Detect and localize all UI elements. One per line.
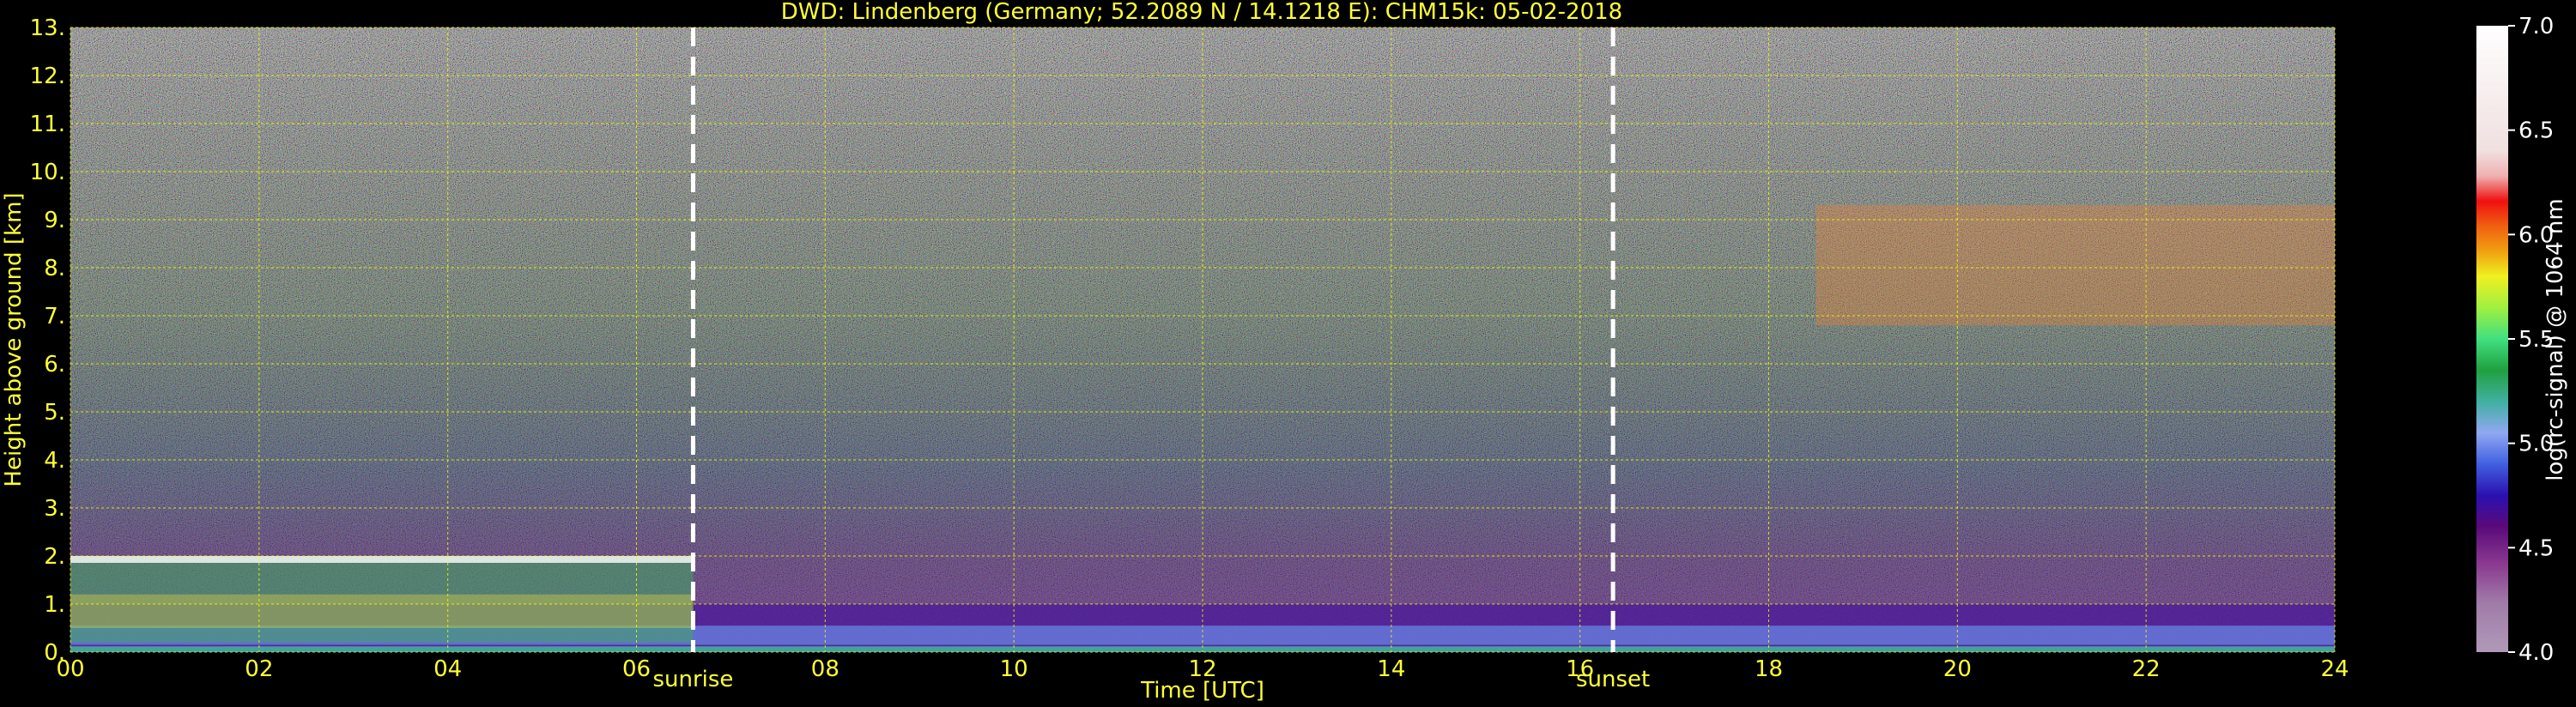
x-tick-label: 18 (1755, 656, 1783, 682)
colorbar-tick-label: 4.0 (2518, 640, 2554, 666)
feature-2 (1815, 205, 2335, 326)
x-tick-label: 24 (2320, 656, 2349, 682)
y-tick-label: 2. (44, 544, 65, 570)
colorbar-label: log(rc-signal) @ 1064 nm (2543, 198, 2568, 480)
colorbar-tick-label: 7.0 (2518, 14, 2554, 39)
colorbar-scale (2476, 26, 2508, 652)
x-tick-label: 06 (622, 656, 651, 682)
lidar-chart: DWD: Lindenberg (Germany; 52.2089 N / 14… (1, 0, 2568, 704)
colorbar-tick-label: 4.5 (2518, 535, 2554, 561)
feature-1 (70, 556, 694, 643)
y-tick-label: 4. (44, 448, 65, 474)
x-tick-label: 14 (1377, 656, 1405, 682)
y-axis-label: Height above ground [km] (1, 192, 27, 486)
x-tick-label: 10 (1000, 656, 1028, 682)
y-tick-label: 12. (30, 63, 65, 89)
chart-title: DWD: Lindenberg (Germany; 52.2089 N / 14… (781, 0, 1622, 25)
x-tick-label: 04 (433, 656, 462, 682)
y-tick-label: 6. (44, 352, 65, 378)
y-tick-label: 3. (44, 496, 65, 522)
x-axis-label: Time [UTC] (1140, 678, 1264, 704)
y-axis: 0. 1. 2. 3. 4. 5. 6. 7. 8. 9. 10. 11. 12. 13. (30, 15, 65, 666)
y-tick-label: 1. (44, 592, 65, 618)
colorbar-tick-label: 6.5 (2518, 118, 2554, 144)
y-tick-label: 13. (30, 15, 65, 41)
x-tick-label: 16 (1566, 656, 1594, 682)
y-tick-label: 5. (44, 400, 65, 426)
x-tick-label: 08 (811, 656, 839, 682)
y-tick-label: 9. (44, 208, 65, 233)
colorbar: 4.04.55.05.56.06.57.0 log(rc-signal) @ 1… (2476, 14, 2568, 666)
y-tick-label: 11. (30, 112, 65, 137)
y-tick-label: 0. (44, 640, 65, 666)
x-tick-label: 02 (245, 656, 273, 682)
x-tick-label: 20 (1943, 656, 1972, 682)
sunrise-label: sunrise (652, 667, 733, 692)
y-tick-label: 10. (30, 160, 65, 185)
x-tick-label: 22 (2132, 656, 2161, 682)
plot-area (70, 27, 2336, 653)
y-tick-label: 8. (44, 256, 65, 281)
y-tick-label: 7. (44, 304, 65, 329)
